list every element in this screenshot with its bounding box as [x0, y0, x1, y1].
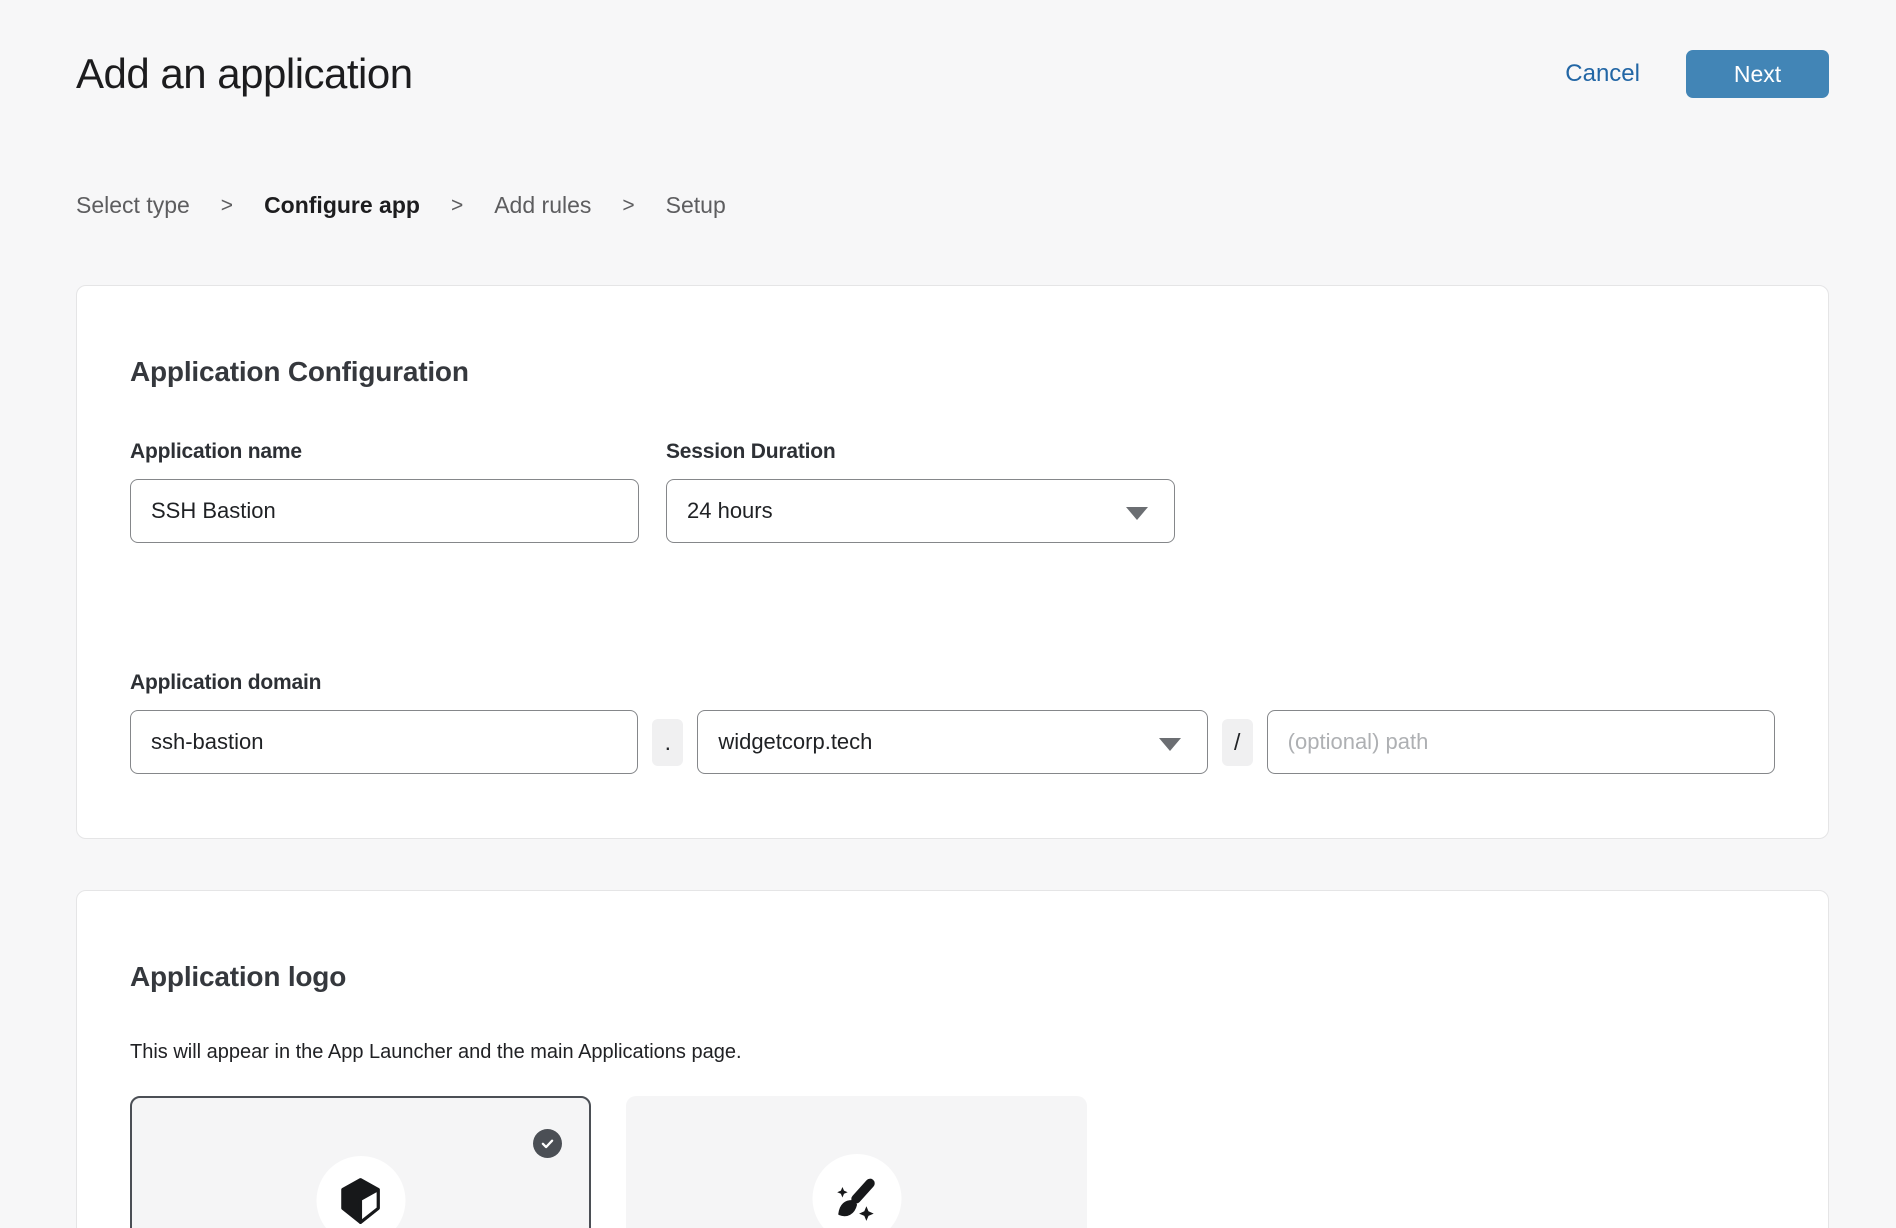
breadcrumb-separator: > [451, 194, 463, 218]
page: Add an application Cancel Next Select ty… [0, 0, 1896, 1228]
application-name-label: Application name [130, 440, 639, 464]
application-name-field-group: Application name [130, 440, 639, 543]
breadcrumb-separator: > [622, 194, 634, 218]
application-domain-row: . widgetcorp.tech / [130, 710, 1775, 774]
cancel-button[interactable]: Cancel [1565, 60, 1640, 88]
check-icon [539, 1135, 556, 1152]
name-duration-row: Application name Session Duration 24 hou… [130, 440, 1775, 543]
path-input[interactable] [1267, 710, 1775, 774]
cube-icon [336, 1176, 386, 1226]
config-card-title: Application Configuration [130, 356, 1775, 388]
slash-separator: / [1222, 719, 1253, 766]
logo-card-title: Application logo [130, 961, 1775, 993]
paintbrush-icon [832, 1174, 882, 1224]
session-duration-value: 24 hours [687, 498, 773, 524]
logo-options-row [130, 1096, 1775, 1228]
step-setup[interactable]: Setup [666, 192, 726, 219]
header-actions: Cancel Next [1565, 50, 1829, 98]
logo-card-description: This will appear in the App Launcher and… [130, 1041, 1775, 1064]
session-duration-field-group: Session Duration 24 hours [666, 440, 1175, 543]
page-header: Add an application Cancel Next [76, 50, 1829, 98]
page-title: Add an application [76, 50, 413, 98]
selected-check-badge [533, 1129, 562, 1158]
application-configuration-card: Application Configuration Application na… [76, 285, 1829, 839]
custom-logo-circle [812, 1154, 901, 1228]
application-name-input[interactable] [130, 479, 639, 543]
domain-select[interactable]: widgetcorp.tech [697, 710, 1207, 774]
breadcrumb-separator: > [221, 194, 233, 218]
default-logo-circle [316, 1156, 405, 1228]
domain-select-value: widgetcorp.tech [718, 729, 872, 755]
logo-option-custom[interactable] [626, 1096, 1087, 1228]
chevron-down-icon [1126, 507, 1148, 520]
logo-option-default[interactable] [130, 1096, 591, 1228]
application-domain-label: Application domain [130, 671, 1775, 695]
session-duration-label: Session Duration [666, 440, 1175, 464]
application-domain-block: Application domain . widgetcorp.tech / [130, 671, 1775, 774]
dot-separator: . [652, 719, 683, 766]
subdomain-input[interactable] [130, 710, 638, 774]
chevron-down-icon [1159, 738, 1181, 751]
step-select-type[interactable]: Select type [76, 192, 190, 219]
step-add-rules[interactable]: Add rules [494, 192, 591, 219]
application-logo-card: Application logo This will appear in the… [76, 890, 1829, 1228]
step-configure-app[interactable]: Configure app [264, 192, 420, 219]
next-button[interactable]: Next [1686, 50, 1829, 98]
session-duration-select[interactable]: 24 hours [666, 479, 1175, 543]
breadcrumb: Select type > Configure app > Add rules … [76, 192, 1829, 219]
